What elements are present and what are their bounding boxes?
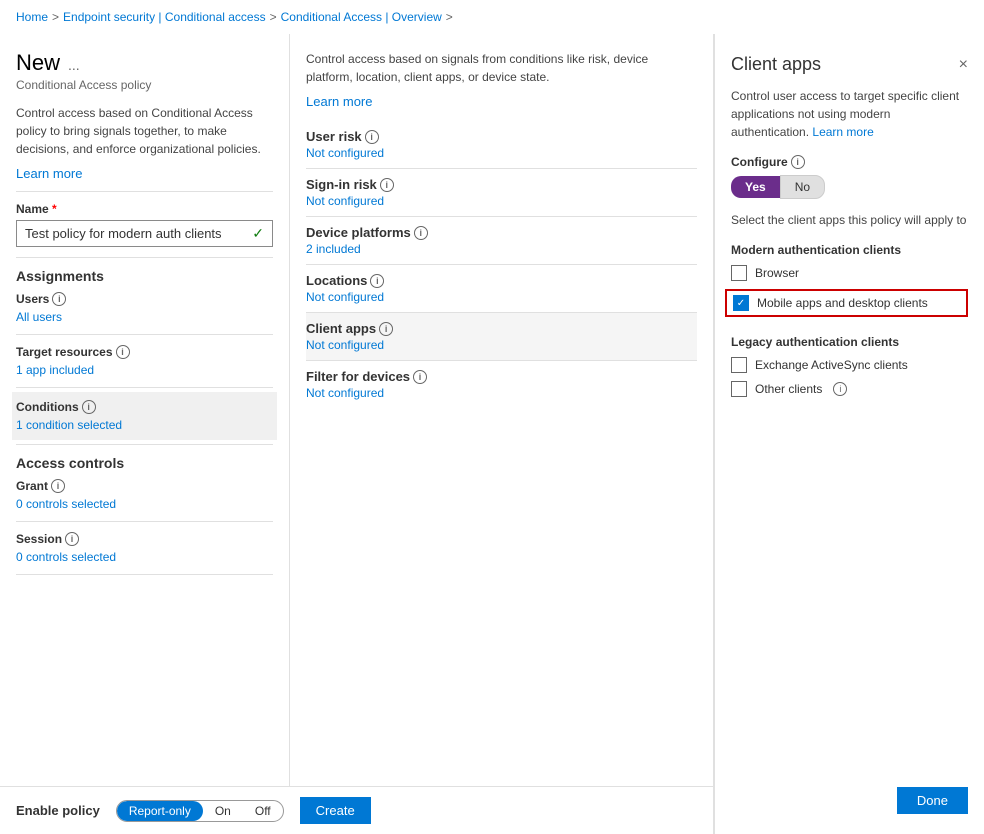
assignments-section-header: Assignments <box>16 268 273 284</box>
target-info-icon[interactable]: i <box>116 345 130 359</box>
condition-row-0[interactable]: User risk i Not configured <box>306 121 697 169</box>
users-info-icon[interactable]: i <box>52 292 66 306</box>
condition-row-1[interactable]: Sign-in risk i Not configured <box>306 169 697 217</box>
configure-info-icon[interactable]: i <box>791 155 805 169</box>
mobile-apps-checkbox-row[interactable]: Mobile apps and desktop clients <box>725 289 968 317</box>
access-controls-header: Access controls <box>16 455 273 471</box>
create-button[interactable]: Create <box>300 797 371 824</box>
exchange-activesync-label: Exchange ActiveSync clients <box>755 358 908 372</box>
condition-label-4: Client apps <box>306 321 376 336</box>
exchange-activesync-checkbox[interactable] <box>731 357 747 373</box>
modern-auth-category-label: Modern authentication clients <box>731 243 968 257</box>
panel-header: Client apps × <box>731 54 968 75</box>
yes-no-toggle[interactable]: Yes No <box>731 175 968 199</box>
conditions-info-icon[interactable]: i <box>82 400 96 414</box>
users-value[interactable]: All users <box>16 310 273 324</box>
target-value[interactable]: 1 app included <box>16 363 273 377</box>
name-field-label: Name * <box>16 202 273 216</box>
condition-row-2[interactable]: Device platforms i 2 included <box>306 217 697 265</box>
users-assignment: Users i All users <box>16 292 273 324</box>
name-input[interactable]: Test policy for modern auth clients ✓ <box>16 220 273 247</box>
legacy-auth-category-label: Legacy authentication clients <box>731 335 968 349</box>
breadcrumb-endpoint[interactable]: Endpoint security | Conditional access <box>63 10 266 24</box>
other-clients-checkbox-row[interactable]: Other clients i <box>731 381 968 397</box>
enable-policy-label: Enable policy <box>16 803 100 818</box>
condition-label-0: User risk <box>306 129 362 144</box>
target-resources-assignment: Target resources i 1 app included <box>16 345 273 377</box>
panel-learn-more-link[interactable]: Learn more <box>812 125 873 139</box>
session-assignment: Session i 0 controls selected <box>16 532 273 564</box>
grant-assignment: Grant i 0 controls selected <box>16 479 273 511</box>
other-clients-info-icon[interactable]: i <box>833 382 847 396</box>
condition-info-icon-5[interactable]: i <box>413 370 427 384</box>
no-button[interactable]: No <box>780 175 825 199</box>
breadcrumb-ca-overview[interactable]: Conditional Access | Overview <box>281 10 442 24</box>
close-panel-button[interactable]: × <box>959 56 968 74</box>
required-marker: * <box>49 202 57 216</box>
condition-row-4[interactable]: Client apps i Not configured <box>306 313 697 361</box>
done-button[interactable]: Done <box>897 787 968 814</box>
breadcrumb-sep-2: > <box>270 10 277 24</box>
condition-info-icon-2[interactable]: i <box>414 226 428 240</box>
condition-value-2[interactable]: 2 included <box>306 242 697 256</box>
condition-info-icon-3[interactable]: i <box>370 274 384 288</box>
condition-value-5[interactable]: Not configured <box>306 386 697 400</box>
grant-value[interactable]: 0 controls selected <box>16 497 273 511</box>
report-only-btn[interactable]: Report-only <box>117 801 203 821</box>
page-title: New <box>16 50 60 76</box>
condition-info-icon-4[interactable]: i <box>379 322 393 336</box>
apply-text: Select the client apps this policy will … <box>731 213 968 227</box>
client-apps-panel: Client apps × Control user access to tar… <box>714 34 984 834</box>
left-learn-more-link[interactable]: Learn more <box>16 166 82 181</box>
page-title-ellipsis: ... <box>68 57 80 73</box>
breadcrumb: Home > Endpoint security | Conditional a… <box>0 0 984 34</box>
mobile-apps-checkbox[interactable] <box>733 295 749 311</box>
session-value[interactable]: 0 controls selected <box>16 550 273 564</box>
condition-info-icon-0[interactable]: i <box>365 130 379 144</box>
condition-value-4[interactable]: Not configured <box>306 338 697 352</box>
condition-value-3[interactable]: Not configured <box>306 290 697 304</box>
browser-checkbox-row[interactable]: Browser <box>731 265 968 281</box>
off-btn[interactable]: Off <box>243 801 283 821</box>
enable-policy-bar: Enable policy Report-only On Off Create <box>0 786 713 834</box>
right-learn-more-link[interactable]: Learn more <box>306 94 372 109</box>
other-clients-checkbox[interactable] <box>731 381 747 397</box>
condition-value-0[interactable]: Not configured <box>306 146 697 160</box>
exchange-activesync-checkbox-row[interactable]: Exchange ActiveSync clients <box>731 357 968 373</box>
done-btn-row: Done <box>731 767 968 814</box>
conditions-assignment[interactable]: Conditions i 1 condition selected <box>12 392 277 440</box>
on-btn[interactable]: On <box>203 801 243 821</box>
condition-row-3[interactable]: Locations i Not configured <box>306 265 697 313</box>
conditions-value[interactable]: 1 condition selected <box>16 418 273 432</box>
panel-title: Client apps <box>731 54 821 75</box>
breadcrumb-home[interactable]: Home <box>16 10 48 24</box>
condition-row-5[interactable]: Filter for devices i Not configured <box>306 361 697 408</box>
condition-label-2: Device platforms <box>306 225 411 240</box>
left-description: Control access based on Conditional Acce… <box>16 104 273 158</box>
session-info-icon[interactable]: i <box>65 532 79 546</box>
enable-policy-toggle[interactable]: Report-only On Off <box>116 800 284 822</box>
breadcrumb-sep-3: > <box>446 10 453 24</box>
condition-info-icon-1[interactable]: i <box>380 178 394 192</box>
mobile-apps-checkbox-label: Mobile apps and desktop clients <box>757 296 928 310</box>
right-description: Control access based on signals from con… <box>306 50 697 86</box>
breadcrumb-sep-1: > <box>52 10 59 24</box>
checkmark-icon: ✓ <box>252 225 264 242</box>
conditions-list: User risk i Not configured Sign-in risk … <box>306 121 697 408</box>
page-subtitle: Conditional Access policy <box>16 78 273 92</box>
condition-label-5: Filter for devices <box>306 369 410 384</box>
condition-value-1[interactable]: Not configured <box>306 194 697 208</box>
other-clients-label: Other clients <box>755 382 822 396</box>
yes-button[interactable]: Yes <box>731 176 780 198</box>
grant-info-icon[interactable]: i <box>51 479 65 493</box>
condition-label-3: Locations <box>306 273 367 288</box>
browser-checkbox[interactable] <box>731 265 747 281</box>
panel-description: Control user access to target specific c… <box>731 87 968 141</box>
browser-checkbox-label: Browser <box>755 266 799 280</box>
condition-label-1: Sign-in risk <box>306 177 377 192</box>
configure-label: Configure i <box>731 155 968 169</box>
